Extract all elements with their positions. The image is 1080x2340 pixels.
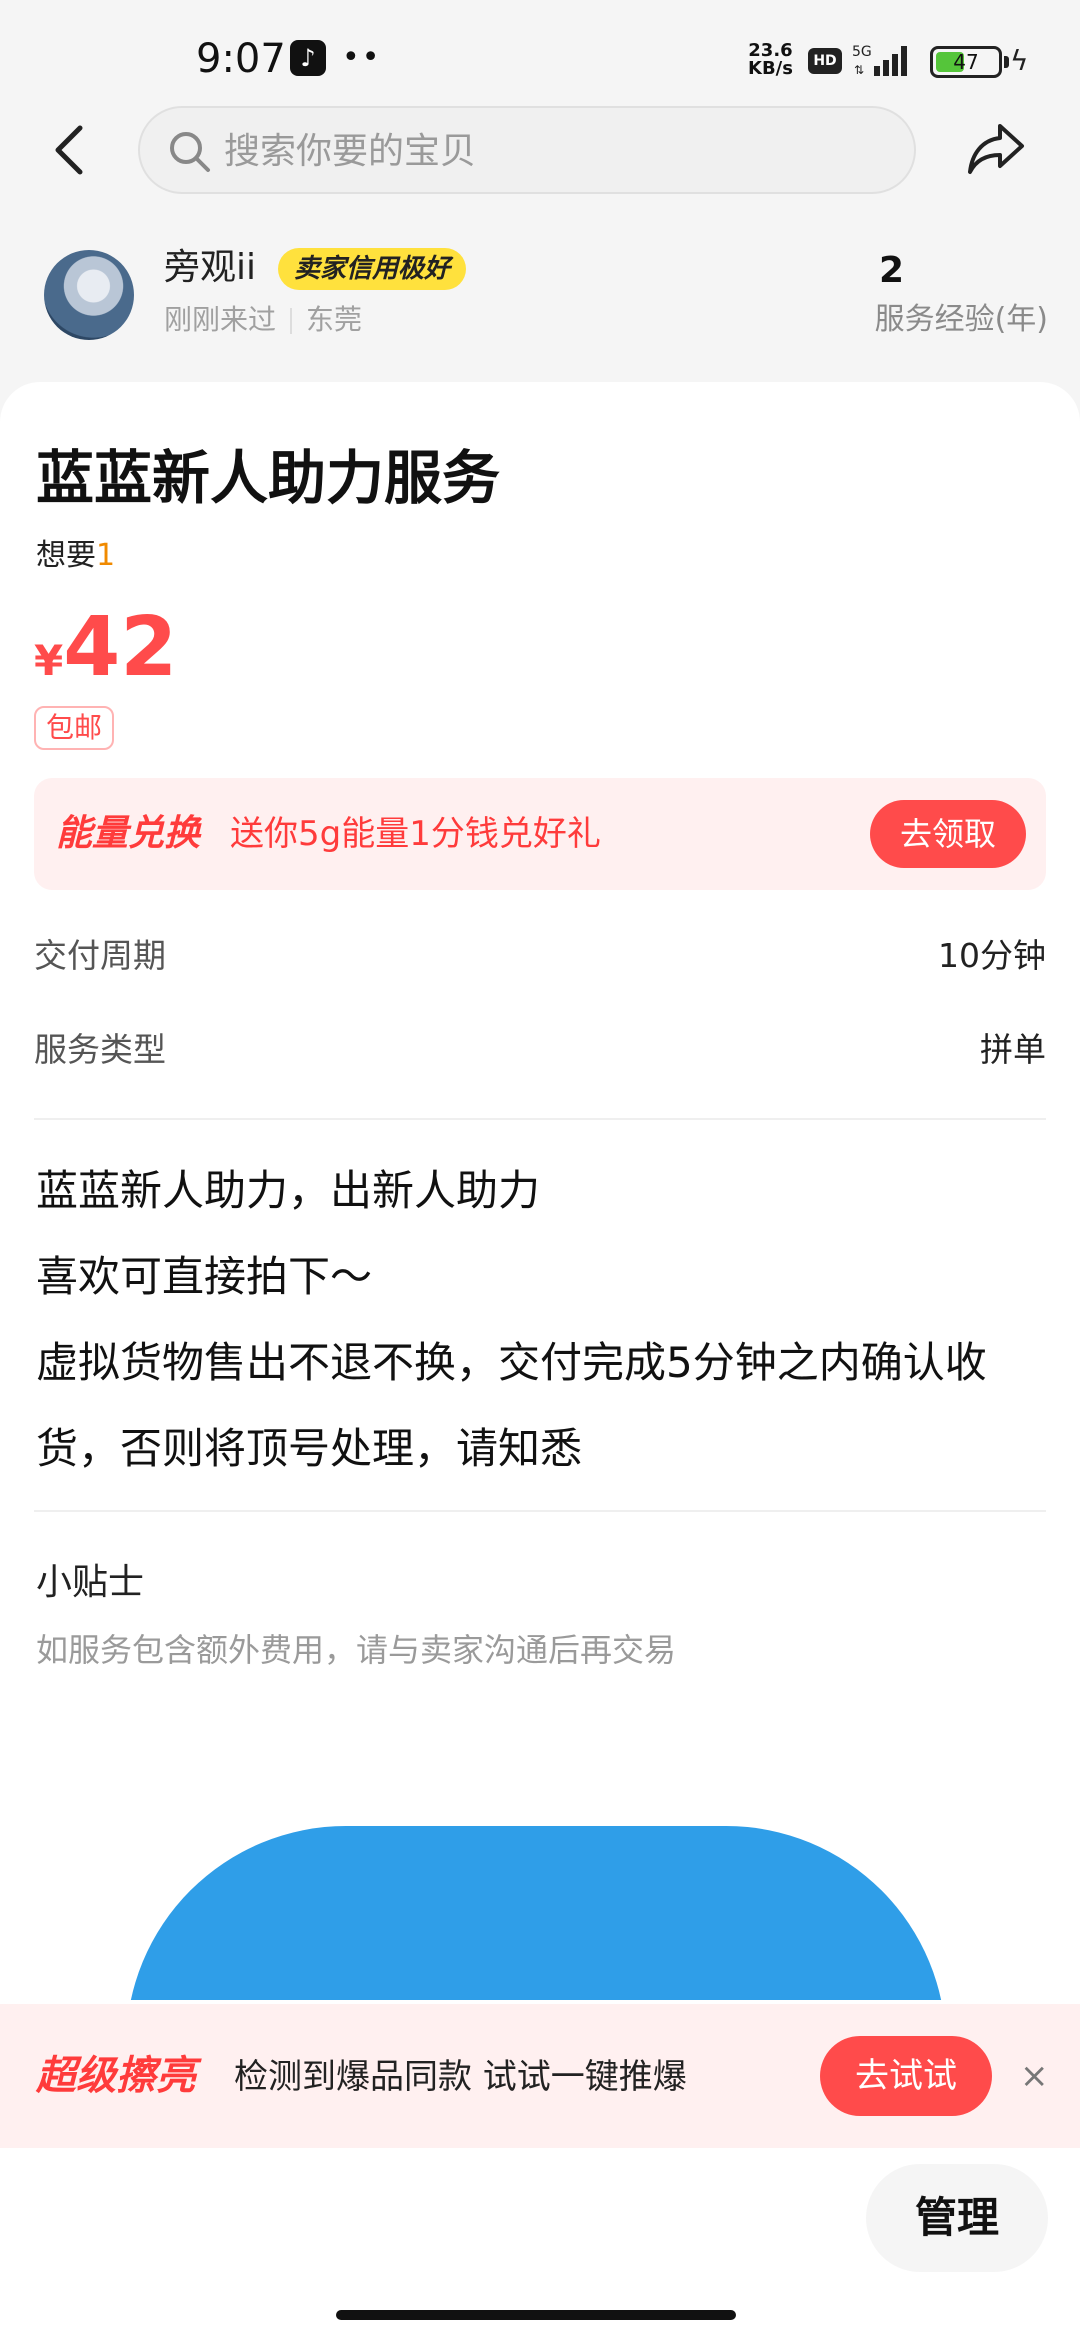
attribute-row-delivery: 交付周期 10分钟: [34, 926, 1046, 986]
experience-years: 2: [878, 250, 904, 291]
boost-banner: 超级擦亮 检测到爆品同款 试试一键推爆 去试试 ×: [0, 2004, 1080, 2148]
tips-title: 小贴士: [36, 1562, 145, 1603]
energy-banner-title: 能量兑换: [56, 813, 201, 854]
home-indicator[interactable]: [336, 2310, 736, 2320]
status-bar: 9:07 ♪ •• 23.6 KB/s HD 5G ⇅ 47 ϟ: [0, 0, 1080, 120]
meta-divider: [290, 308, 293, 334]
product-image-shape: [126, 1826, 946, 2000]
energy-banner-text: 送你5g能量1分钱兑好礼: [230, 814, 601, 854]
battery-cap: [1004, 56, 1009, 68]
try-button[interactable]: 去试试: [820, 2036, 992, 2116]
divider: [34, 1118, 1046, 1120]
seller-name[interactable]: 旁观ii: [164, 244, 256, 292]
credit-badge: 卖家信用极好: [278, 248, 467, 290]
divider: [34, 1510, 1046, 1512]
description-line: 蓝蓝新人助力，出新人助力: [36, 1166, 541, 1215]
want-line: 想要1: [36, 534, 115, 578]
battery-icon: 47: [930, 46, 1002, 78]
status-dots: ••: [342, 40, 382, 75]
description-line: 喜欢可直接拍下～: [36, 1252, 373, 1301]
product-description: 蓝蓝新人助力，出新人助力 喜欢可直接拍下～ 虚拟货物售出不退不换，交付完成5分钟…: [36, 1148, 1046, 1492]
experience-label: 服务经验(年): [874, 302, 1048, 337]
want-label: 想要: [36, 538, 96, 573]
boost-banner-text: 检测到爆品同款 试试一键推爆: [234, 2057, 687, 2097]
attribute-value: 10分钟: [938, 936, 1046, 975]
product-image[interactable]: [0, 1740, 1080, 2000]
network-type-label: 5G: [852, 44, 872, 60]
energy-banner[interactable]: 能量兑换 送你5g能量1分钱兑好礼 去领取: [34, 778, 1046, 890]
description-line: 虚拟货物售出不退不换，交付完成5分钟之内确认收货，否则将顶号处理，请知悉: [36, 1338, 987, 1473]
price-value: 42: [63, 600, 178, 695]
search-icon: [170, 132, 210, 172]
attribute-row-service-type: 服务类型 拼单: [34, 1020, 1046, 1080]
tiktok-notification-icon: ♪: [290, 40, 326, 76]
seller-meta: 刚刚来过 东莞: [164, 300, 362, 340]
attribute-label: 服务类型: [34, 1030, 166, 1069]
price: ¥42: [34, 600, 177, 695]
signal-icon: 5G ⇅: [852, 44, 907, 77]
want-count: 1: [96, 538, 116, 573]
battery-level: 47: [953, 50, 979, 74]
attribute-label: 交付周期: [34, 936, 166, 975]
boost-banner-title: 超级擦亮: [36, 2053, 196, 2099]
hd-icon: HD: [808, 48, 842, 74]
close-icon[interactable]: ×: [1020, 2052, 1049, 2100]
network-speed-unit: KB/s: [748, 58, 793, 79]
svg-text:⇅: ⇅: [854, 63, 864, 77]
attribute-value: 拼单: [980, 1030, 1046, 1069]
product-title: 蓝蓝新人助力服务: [36, 444, 501, 512]
charging-bolt-icon: ϟ: [1010, 44, 1029, 77]
seller-location: 东莞: [306, 303, 363, 336]
search-input[interactable]: 搜索你要的宝贝: [138, 106, 916, 194]
network-speed: 23.6 KB/s: [748, 42, 793, 78]
seller-last-seen: 刚刚来过: [164, 303, 277, 336]
manage-button[interactable]: 管理: [866, 2164, 1048, 2272]
back-button[interactable]: [46, 118, 96, 182]
free-shipping-badge: 包邮: [34, 706, 115, 750]
claim-button[interactable]: 去领取: [870, 800, 1026, 868]
search-placeholder: 搜索你要的宝贝: [224, 131, 477, 172]
seller-avatar[interactable]: [44, 250, 134, 340]
status-time: 9:07: [196, 36, 286, 82]
price-currency: ¥: [34, 636, 64, 685]
tips-text: 如服务包含额外费用，请与卖家沟通后再交易: [36, 1631, 677, 1669]
share-icon[interactable]: [964, 116, 1028, 180]
